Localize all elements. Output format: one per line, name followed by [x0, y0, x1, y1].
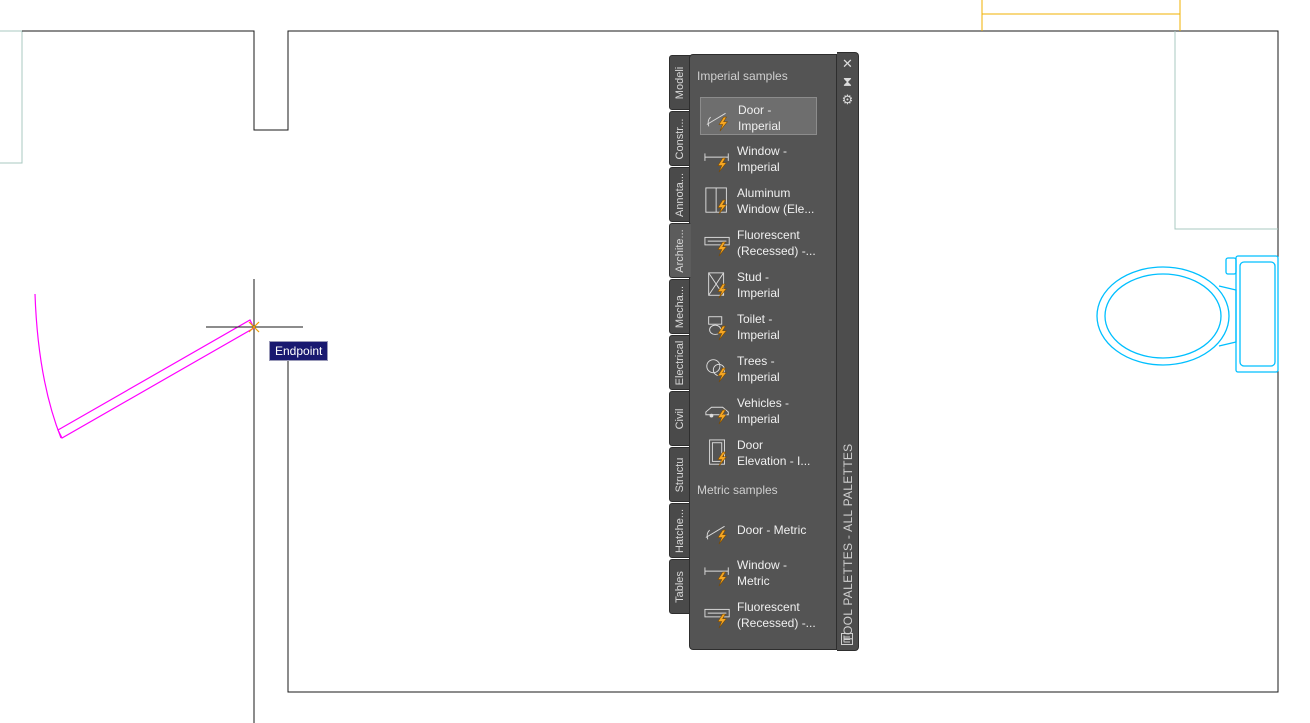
- tool-label: Window - Metric: [737, 557, 817, 589]
- tab-constr[interactable]: Constr...: [669, 111, 691, 166]
- tab-label: Modeli: [674, 66, 686, 99]
- tool-palette[interactable]: Modeli Constr... Annota... Archite... Mecha.…: [668, 52, 859, 651]
- tool-item[interactable]: Vehicles - Imperial: [700, 391, 817, 429]
- tool-label-line1: Stud -: [737, 270, 770, 284]
- autohide-icon[interactable]: ⧗: [841, 75, 854, 89]
- tab-tables[interactable]: Tables: [669, 559, 691, 614]
- fluorescent-light-icon: [704, 236, 730, 257]
- door-icon: [706, 112, 728, 132]
- aluminum-window-icon: [705, 187, 727, 215]
- tab-modeli[interactable]: Modeli: [669, 55, 691, 110]
- tool-item[interactable]: Window - Metric: [700, 553, 817, 591]
- tool-item[interactable]: Window - Imperial: [700, 139, 817, 177]
- tab-label: Hatche...: [674, 508, 686, 553]
- toilet-icon: [708, 316, 727, 341]
- palette-title: TOOL PALETTES - ALL PALETTES: [840, 443, 855, 643]
- tab-annota[interactable]: Annota...: [669, 167, 691, 222]
- tab-civil[interactable]: Civil: [669, 391, 691, 446]
- drawing-canvas[interactable]: [0, 0, 1310, 723]
- tool-label: Door - Imperial: [738, 102, 818, 134]
- tool-label: Window - Imperial: [737, 143, 817, 175]
- tab-structu[interactable]: Structu: [669, 447, 691, 502]
- tool-label-line1: Toilet -: [737, 312, 773, 326]
- tab-label: Civil: [674, 408, 686, 429]
- tab-label: Tables: [674, 570, 686, 603]
- tool-item[interactable]: Door - Imperial: [700, 97, 817, 135]
- yellow-element: [981, 0, 1181, 31]
- tool-label: Stud - Imperial: [737, 269, 817, 301]
- tool-item[interactable]: Aluminum Window (Ele...: [700, 181, 817, 219]
- tab-hatche[interactable]: Hatche...: [669, 503, 691, 558]
- tool-label-line2: Imperial: [737, 286, 780, 300]
- tool-label: Door Elevation - I...: [737, 437, 817, 469]
- tool-label: Aluminum Window (Ele...: [737, 185, 817, 217]
- door-icon: [705, 525, 727, 545]
- tool-item[interactable]: Fluorescent (Recessed) -...: [700, 223, 817, 261]
- cabinet-outline-right: [1174, 31, 1278, 230]
- tool-label: Fluorescent (Recessed) -...: [737, 599, 817, 631]
- stud-icon: [708, 272, 727, 299]
- tool-label-line1: Fluorescent: [737, 600, 800, 614]
- palette-menu-icon[interactable]: [841, 633, 853, 645]
- properties-icon[interactable]: ⚙: [841, 93, 854, 107]
- tool-label-line2: Imperial: [737, 160, 780, 174]
- tool-item[interactable]: Door - Metric: [700, 511, 817, 549]
- section-header[interactable]: Imperial samples: [697, 69, 788, 83]
- tool-label-line2: Imperial: [737, 370, 780, 384]
- tool-label-line1: Door: [737, 438, 764, 452]
- tab-label: Constr...: [674, 118, 686, 159]
- tool-label-line2: Imperial: [737, 412, 780, 426]
- wall-top: [22, 30, 1279, 693]
- tab-archite[interactable]: Archite...: [669, 223, 691, 278]
- tab-label: Annota...: [674, 172, 686, 217]
- door-elevation-icon: [709, 439, 727, 467]
- tool-label-line1: Fluorescent: [737, 228, 800, 242]
- tab-label: Mecha...: [674, 285, 686, 328]
- toilet-fixture: [1096, 255, 1279, 373]
- tool-label: Toilet - Imperial: [737, 311, 817, 343]
- tool-item[interactable]: Fluorescent (Recessed) -...: [700, 595, 817, 633]
- tool-label: Trees - Imperial: [737, 353, 817, 385]
- tool-label-line1: Window -: [737, 558, 788, 572]
- section-header[interactable]: Metric samples: [697, 483, 778, 497]
- tab-label: Electrical: [674, 340, 686, 385]
- tool-label-line2: Window (Ele...: [737, 202, 815, 216]
- tool-label: Vehicles - Imperial: [737, 395, 817, 427]
- tool-label-line2: Elevation - I...: [737, 454, 811, 468]
- tab-electrical[interactable]: Electrical: [669, 335, 691, 390]
- tool-label-line1: Window -: [737, 144, 788, 158]
- palette-content[interactable]: Imperial samples Door - Imperial Window - Im…: [689, 54, 837, 650]
- window-icon: [704, 567, 729, 587]
- tool-label-line2: (Recessed) -...: [737, 616, 816, 630]
- cabinet-outline-left: [0, 30, 23, 164]
- palette-titlebar[interactable]: ✕ ⧗ ⚙ TOOL PALETTES - ALL PALETTES: [837, 52, 859, 651]
- tab-mecha[interactable]: Mecha...: [669, 279, 691, 334]
- tool-label-line2: Metric: [737, 574, 770, 588]
- door-swing: [34, 293, 255, 439]
- tool-label-line1: Door -: [738, 103, 772, 117]
- tool-label-line1: Trees -: [737, 354, 775, 368]
- window-icon: [704, 153, 729, 173]
- tool-label: Fluorescent (Recessed) -...: [737, 227, 817, 259]
- tab-label: Structu: [674, 457, 686, 492]
- tool-item[interactable]: Toilet - Imperial: [700, 307, 817, 345]
- snap-tooltip: Endpoint: [269, 341, 329, 361]
- close-icon[interactable]: ✕: [841, 57, 854, 71]
- tool-label-line2: Imperial: [738, 119, 781, 133]
- tool-label-line2: Imperial: [737, 328, 780, 342]
- tool-label-line1: Aluminum: [737, 186, 791, 200]
- tool-label-line1: Door - Metric: [737, 523, 807, 537]
- fluorescent-light-icon: [704, 608, 730, 629]
- tool-label-line1: Vehicles -: [737, 396, 790, 410]
- tool-item[interactable]: Trees - Imperial: [700, 349, 817, 387]
- tab-label: Archite...: [674, 228, 686, 273]
- tool-item[interactable]: Stud - Imperial: [700, 265, 817, 303]
- tool-label-line2: (Recessed) -...: [737, 244, 816, 258]
- trees-icon: [706, 359, 727, 383]
- vehicle-icon: [705, 406, 729, 425]
- tool-item[interactable]: Door Elevation - I...: [700, 433, 817, 471]
- tool-label: Door - Metric: [737, 522, 817, 538]
